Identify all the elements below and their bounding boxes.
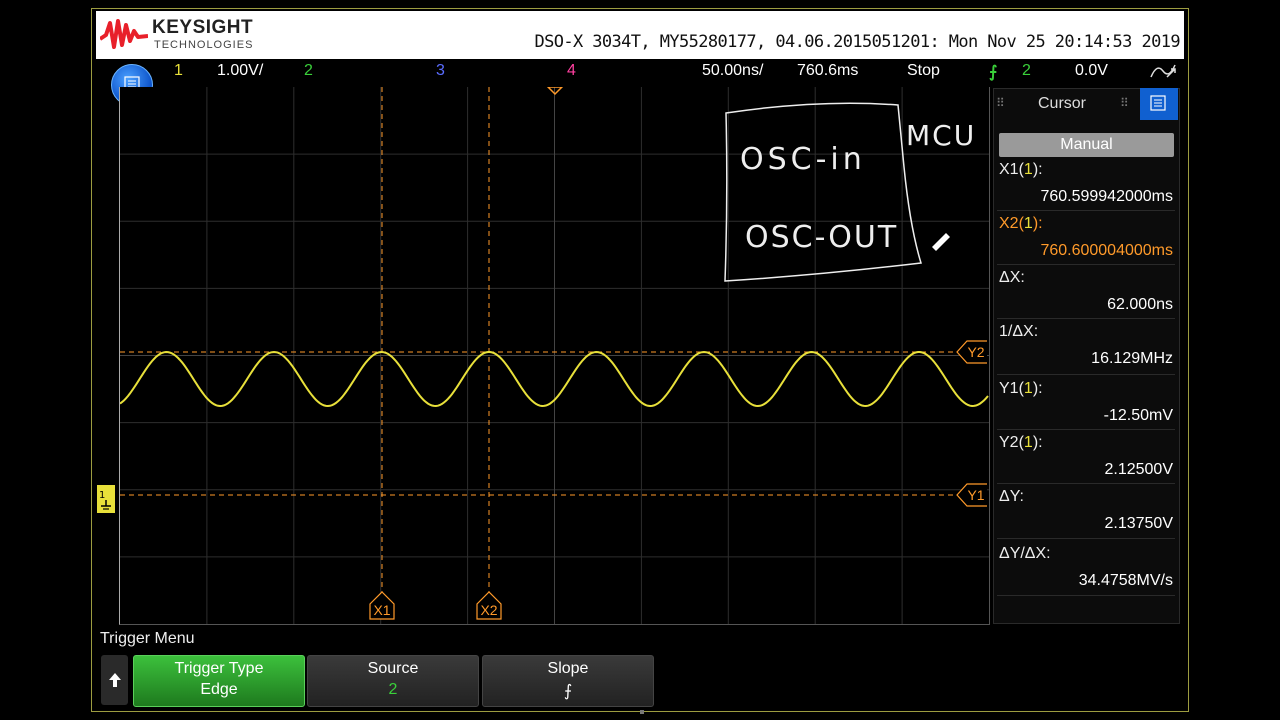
divider <box>997 429 1175 430</box>
channel1-scale[interactable]: 1.00V/ <box>217 62 263 80</box>
brand-name: KEYSIGHT <box>152 17 254 38</box>
timebase-value[interactable]: 50.00ns/ <box>702 62 763 80</box>
y2-label: Y2(1): <box>999 434 1043 451</box>
keysight-logo-icon <box>100 19 148 49</box>
x2-label: X2(1): <box>999 215 1043 232</box>
channel4-label[interactable]: 4 <box>567 62 576 80</box>
trigger-source[interactable]: 2 <box>1022 62 1031 80</box>
trigger-edge-icon: ⨍ <box>989 64 998 81</box>
channel1-label[interactable]: 1 <box>174 62 183 80</box>
x2-value: 760.600004000ms <box>1040 242 1173 259</box>
divider <box>997 483 1175 484</box>
divider <box>997 264 1175 265</box>
waveform-display[interactable]: X1 X2 Y2 Y1 OSC-in OSC-OUT MCU <box>119 87 990 625</box>
waveform-graticule: X1 X2 Y2 Y1 OSC-in OSC-OUT MCU <box>120 87 989 624</box>
delta-y-label: ΔY: <box>999 488 1024 505</box>
cursor-y2-tag-label: Y2 <box>967 344 984 360</box>
annotation-osc-out: OSC-OUT <box>745 220 898 255</box>
run-state[interactable]: Stop <box>907 62 940 80</box>
slope-label: ΔY/ΔX: <box>999 545 1051 562</box>
status-dot <box>640 710 644 714</box>
delta-x-value: 62.000ns <box>1107 296 1173 313</box>
instrument-info: DSO-X 3034T, MY55280177, 04.06.201505120… <box>534 32 1180 52</box>
divider <box>997 318 1175 319</box>
trigger-level[interactable]: 0.0V <box>1075 62 1108 80</box>
brand-subtitle: TECHNOLOGIES <box>154 39 254 51</box>
divider <box>997 210 1175 211</box>
cursor-x2-tag-label: X2 <box>480 602 497 618</box>
arrow-up-icon <box>109 673 121 687</box>
status-bar: 1 1.00V/ 2 3 4 50.00ns/ 760.6ms Stop ⨍ 2… <box>96 59 1184 85</box>
panel-grip-icon[interactable]: ⠿ <box>1120 96 1129 110</box>
delay-value[interactable]: 760.6ms <box>797 62 858 80</box>
delta-y-value: 2.13750V <box>1104 515 1173 532</box>
channel3-label[interactable]: 3 <box>436 62 445 80</box>
y2-value: 2.12500V <box>1104 461 1173 478</box>
inverse-delta-x-label: 1/ΔX: <box>999 323 1039 340</box>
divider <box>997 538 1175 539</box>
delta-x-label: ΔX: <box>999 269 1025 286</box>
cursor-y1-tag-label: Y1 <box>967 487 984 503</box>
annotation-osc-in: OSC-in <box>740 142 866 177</box>
slope-softkey[interactable]: Slope ⨍ <box>482 655 654 707</box>
menu-up-button[interactable] <box>101 655 128 705</box>
cursor-x1-tag-label: X1 <box>373 602 390 618</box>
menu-list-icon <box>1150 95 1166 111</box>
channel2-label[interactable]: 2 <box>304 62 313 80</box>
divider <box>997 595 1175 596</box>
slope-value: 34.4758MV/s <box>1078 572 1173 589</box>
acquisition-icon[interactable] <box>1149 61 1177 81</box>
header-bar: KEYSIGHT TECHNOLOGIES DSO-X 3034T, MY552… <box>96 11 1184 59</box>
inverse-delta-x-value: 16.129MHz <box>1091 350 1173 367</box>
source-softkey[interactable]: Source 2 <box>307 655 479 707</box>
panel-title: Cursor <box>1037 95 1086 112</box>
svg-text:1: 1 <box>99 490 105 501</box>
x1-label: X1(1): <box>999 161 1043 178</box>
divider <box>997 374 1175 375</box>
x1-value: 760.599942000ms <box>1040 188 1173 205</box>
cursor-mode-button[interactable]: Manual <box>999 133 1174 157</box>
trigger-type-softkey[interactable]: Trigger Type Edge <box>133 655 305 707</box>
y1-label: Y1(1): <box>999 380 1043 397</box>
annotation-mcu: MCU <box>906 119 976 152</box>
menu-title: Trigger Menu <box>100 630 195 647</box>
pen-cursor-icon <box>932 233 950 251</box>
panel-menu-button[interactable] <box>1140 88 1178 120</box>
panel-grip-icon[interactable]: ⠿ <box>996 96 1005 110</box>
y1-value: -12.50mV <box>1103 407 1173 424</box>
channel1-ground-marker[interactable]: 1 <box>96 484 118 514</box>
